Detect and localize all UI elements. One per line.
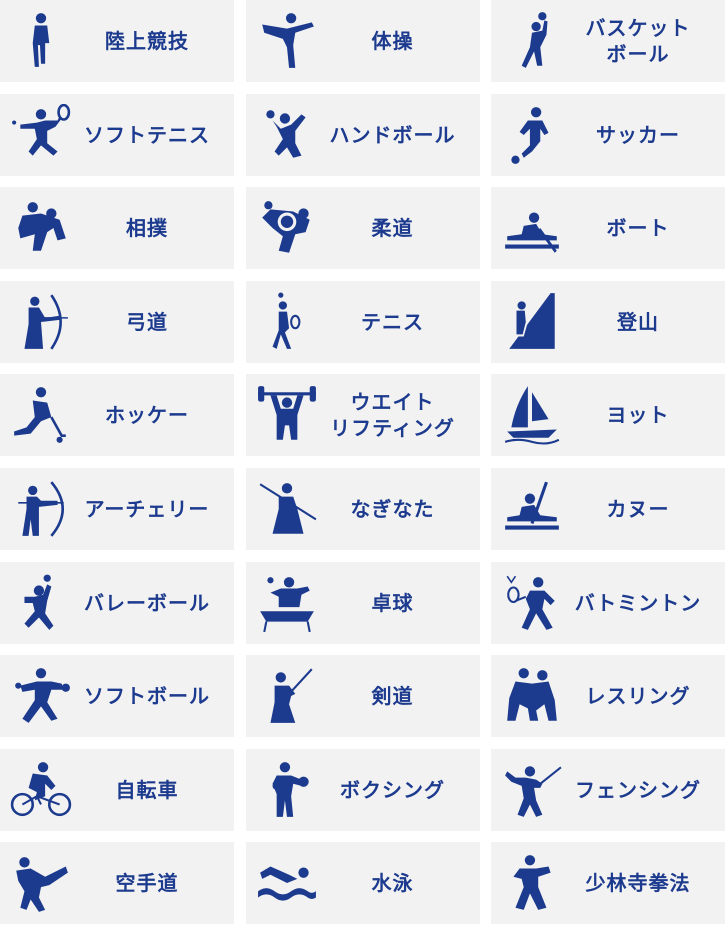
sport-tile-tennis[interactable]: テニス (245, 280, 480, 363)
sport-label: ホッケー (105, 403, 189, 428)
sport-label: 弓道 (126, 309, 168, 334)
sport-tile-table-tennis[interactable]: 卓球 (245, 561, 480, 644)
sport-label: なぎなた (350, 496, 435, 521)
badminton-icon (497, 568, 567, 638)
sport-label: ボクシング (340, 777, 445, 802)
sport-label: 登山 (617, 309, 659, 334)
cycling-icon (6, 755, 76, 825)
kyudo-icon (6, 287, 76, 357)
volleyball-icon (6, 568, 76, 638)
sport-label: ソフトテニス (84, 122, 210, 147)
sailing-icon (497, 380, 567, 450)
sport-tile-volleyball[interactable]: バレーボール (0, 561, 234, 644)
karate-icon (6, 848, 76, 918)
sport-label: 陸上競技 (105, 29, 189, 53)
naginata-icon (252, 474, 322, 544)
sport-tile-judo[interactable]: 柔道 (245, 187, 480, 270)
sport-label: フェンシング (575, 777, 701, 802)
sport-tile-canoe[interactable]: カヌー (491, 467, 725, 550)
sport-tile-basketball[interactable]: バスケット ボール (491, 0, 725, 82)
sport-tile-athletics[interactable]: 陸上競技 (0, 0, 234, 82)
sport-tile-soft-tennis[interactable]: ソフトテニス (0, 93, 234, 176)
sport-tile-fencing[interactable]: フェンシング (491, 748, 725, 831)
boxing-icon (252, 755, 322, 825)
sport-label: 剣道 (371, 684, 414, 709)
sport-tile-kyudo[interactable]: 弓道 (0, 280, 234, 363)
handball-icon (252, 100, 322, 170)
sport-tile-soccer[interactable]: サッカー (491, 93, 725, 176)
sport-label: レスリング (585, 684, 691, 709)
sport-tile-swimming[interactable]: 水泳 (245, 842, 480, 925)
weightlifting-icon (252, 380, 322, 450)
sport-label: カヌー (606, 496, 670, 521)
sport-tile-boxing[interactable]: ボクシング (245, 748, 480, 831)
canoe-icon (497, 474, 567, 544)
sport-label: ハンドボール (329, 122, 456, 147)
sport-label: 卓球 (371, 590, 414, 615)
sport-tile-mountaineering[interactable]: 登山 (491, 280, 725, 363)
sport-label: テニス (361, 309, 424, 334)
sport-tile-softball[interactable]: ソフトボール (0, 655, 234, 738)
sport-tile-wrestling[interactable]: レスリング (491, 655, 725, 738)
sport-tile-kendo[interactable]: 剣道 (245, 655, 480, 738)
tennis-icon (252, 287, 322, 357)
sport-tile-archery[interactable]: アーチェリー (0, 467, 234, 550)
archery-icon (6, 474, 76, 544)
sport-label: 柔道 (371, 216, 414, 241)
sport-label: 水泳 (371, 871, 414, 896)
sport-label: 少林寺拳法 (585, 871, 691, 896)
sport-tile-sumo[interactable]: 相撲 (0, 187, 234, 270)
sport-tile-cycling[interactable]: 自転車 (0, 748, 234, 831)
kendo-icon (252, 661, 322, 731)
sports-grid: 陸上競技 体操 バスケット ボール ソフトテニス ハンドボール サッカー 相撲 … (0, 0, 725, 930)
sport-label: バトミントン (574, 590, 702, 615)
gymnastics-icon (252, 6, 322, 76)
sport-tile-shorinji-kempo[interactable]: 少林寺拳法 (491, 842, 725, 925)
sport-tile-gymnastics[interactable]: 体操 (245, 0, 480, 82)
sport-label: バスケット ボール (585, 16, 691, 66)
hockey-icon (6, 380, 76, 450)
sport-tile-hockey[interactable]: ホッケー (0, 374, 234, 457)
sport-tile-handball[interactable]: ハンドボール (245, 93, 480, 176)
sport-label: 自転車 (115, 777, 179, 802)
judo-icon (252, 193, 322, 263)
sport-label: 空手道 (115, 871, 179, 896)
swimming-icon (252, 848, 322, 918)
sport-tile-karate[interactable]: 空手道 (0, 842, 234, 925)
sport-tile-rowing[interactable]: ボート (491, 187, 725, 270)
sport-tile-naginata[interactable]: なぎなた (245, 467, 480, 550)
sport-label: ボート (606, 216, 670, 241)
athletics-icon (6, 6, 76, 76)
sport-tile-sailing[interactable]: ヨット (491, 374, 725, 457)
mountaineering-icon (497, 287, 567, 357)
sport-label: ヨット (606, 403, 670, 428)
sport-tile-weightlifting[interactable]: ウエイト リフティング (245, 374, 480, 457)
softball-icon (6, 661, 76, 731)
table-tennis-icon (252, 568, 322, 638)
basketball-icon (497, 6, 567, 76)
soft-tennis-icon (6, 100, 76, 170)
sport-label: バレーボール (84, 590, 210, 615)
sport-label: アーチェリー (84, 496, 210, 521)
sport-label: ソフトボール (84, 684, 210, 709)
wrestling-icon (497, 661, 567, 731)
fencing-icon (497, 755, 567, 825)
sport-label: ウエイト リフティング (330, 390, 455, 441)
sport-label: サッカー (596, 122, 680, 147)
sport-label: 体操 (371, 29, 414, 53)
rowing-icon (497, 193, 567, 263)
sumo-icon (6, 193, 76, 263)
shorinji-kempo-icon (497, 848, 567, 918)
sport-tile-badminton[interactable]: バトミントン (491, 561, 725, 644)
sport-label: 相撲 (126, 216, 168, 241)
soccer-icon (497, 100, 567, 170)
